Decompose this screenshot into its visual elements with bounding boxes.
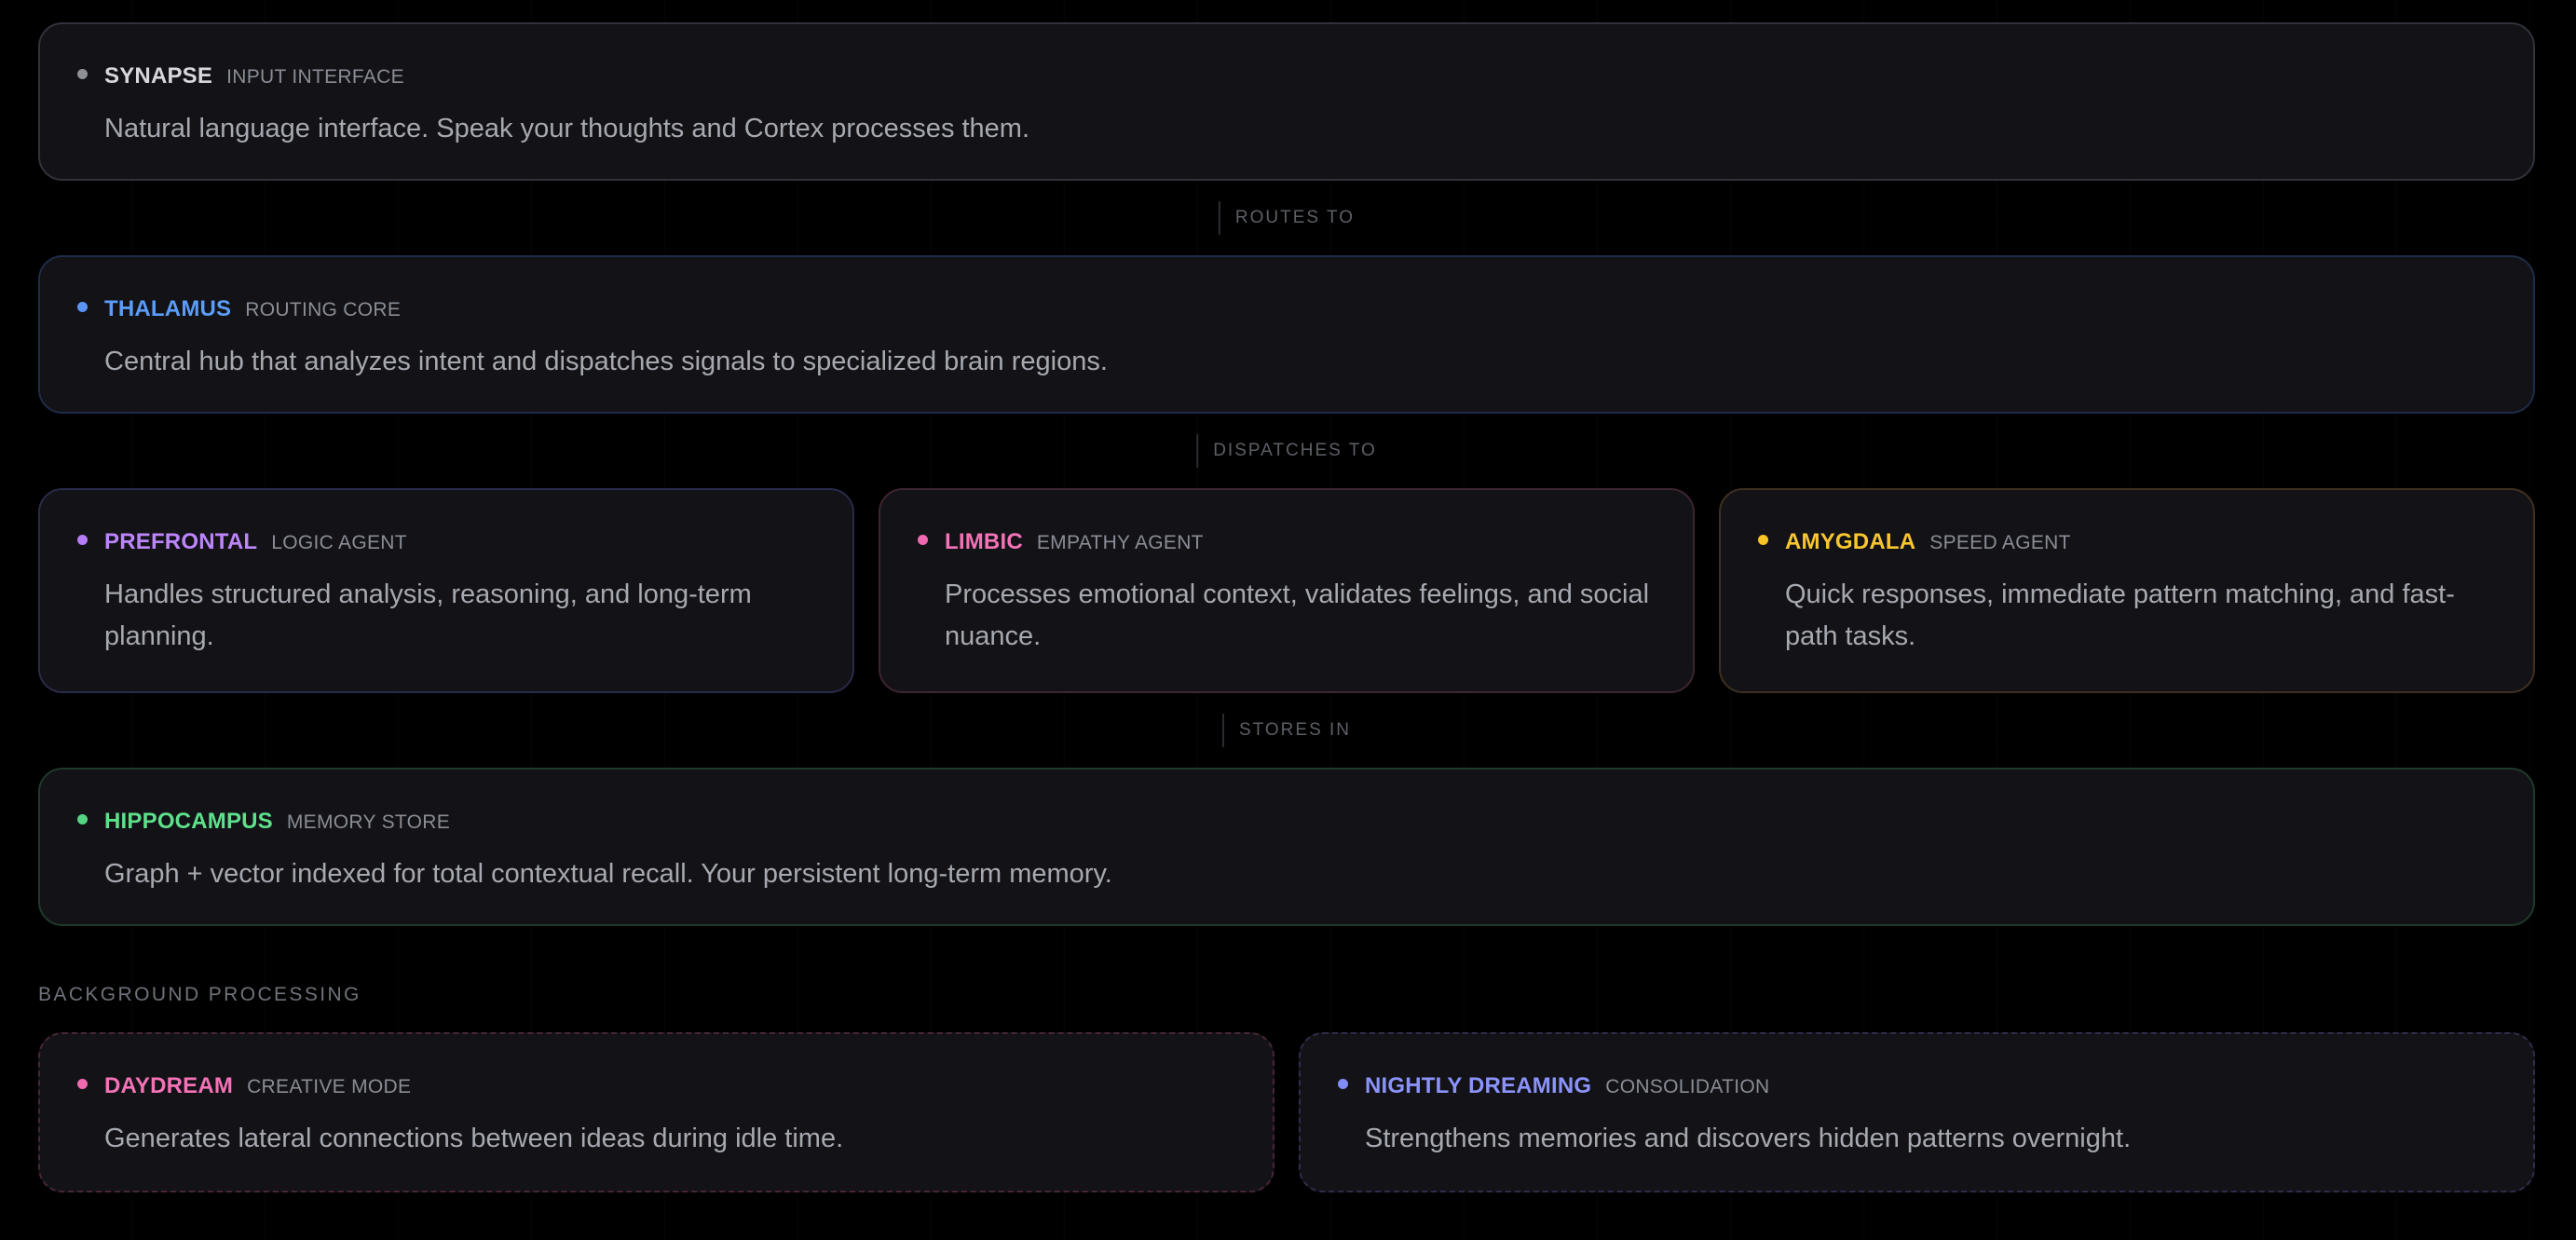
node-role: ROUTING CORE [245,299,402,320]
section-label-background-processing: BACKGROUND PROCESSING [38,984,361,1005]
node-synapse: SYNAPSE INPUT INTERFACE Natural language… [38,22,2535,181]
node-description: Natural language interface. Speak your t… [104,114,1030,143]
status-dot-icon [77,535,88,545]
connector-dispatches-to: DISPATCHES TO [38,414,2535,488]
node-header: THALAMUS ROUTING CORE [77,296,2496,324]
node-hippocampus: HIPPOCAMPUS MEMORY STORE Graph + vector … [38,768,2535,926]
node-name: THALAMUS [104,296,232,321]
node-role: INPUT INTERFACE [226,66,404,88]
node-thalamus: THALAMUS ROUTING CORE Central hub that a… [38,255,2535,414]
node-name: NIGHTLY DREAMING [1365,1073,1592,1098]
node-description: Processes emotional context, validates f… [945,579,1650,651]
connector-stores-in: STORES IN [38,693,2535,768]
connector-label: ROUTES TO [1234,208,1356,227]
node-header: DAYDREAM CREATIVE MODE [77,1073,1235,1101]
node-role: CONSOLIDATION [1605,1076,1770,1097]
node-header: SYNAPSE INPUT INTERFACE [77,63,2496,91]
node-description: Handles structured analysis, reasoning, … [104,579,752,651]
node-daydream: DAYDREAM CREATIVE MODE Generates lateral… [38,1032,1274,1192]
node-limbic: LIMBIC EMPATHY AGENT Processes emotional… [879,488,1695,693]
node-role: MEMORY STORE [286,811,451,833]
node-description: Quick responses, immediate pattern match… [1785,579,2455,651]
node-role: EMPATHY AGENT [1036,532,1204,553]
node-name: AMYGDALA [1785,529,1916,554]
connector-line [1218,201,1220,235]
node-description: Central hub that analyzes intent and dis… [104,347,1108,376]
node-name: DAYDREAM [104,1073,234,1098]
status-dot-icon [77,302,88,312]
node-name: PREFRONTAL [104,529,258,554]
status-dot-icon [918,535,928,545]
node-name: HIPPOCAMPUS [104,809,273,834]
connector-line [1221,714,1224,747]
node-header: PREFRONTAL LOGIC AGENT [77,529,815,557]
status-dot-icon [1338,1079,1348,1089]
node-description: Strengthens memories and discovers hidde… [1365,1124,2132,1153]
status-dot-icon [77,1079,88,1089]
status-dot-icon [1758,535,1768,545]
node-prefrontal: PREFRONTAL LOGIC AGENT Handles structure… [38,488,854,693]
status-dot-icon [77,69,88,79]
node-description: Graph + vector indexed for total context… [104,859,1112,889]
node-role: CREATIVE MODE [247,1076,412,1097]
connector-line [1196,434,1199,468]
node-header: AMYGDALA SPEED AGENT [1758,529,2496,557]
architecture-diagram: SYNAPSE INPUT INTERFACE Natural language… [38,22,2535,1192]
node-header: HIPPOCAMPUS MEMORY STORE [77,809,2496,837]
node-amygdala: AMYGDALA SPEED AGENT Quick responses, im… [1719,488,2535,693]
node-header: NIGHTLY DREAMING CONSOLIDATION [1338,1073,2496,1101]
node-name: LIMBIC [945,529,1023,554]
node-nightly-dreaming: NIGHTLY DREAMING CONSOLIDATION Strengthe… [1299,1032,2535,1192]
node-header: LIMBIC EMPATHY AGENT [918,529,1656,557]
node-role: LOGIC AGENT [271,532,407,553]
node-name: SYNAPSE [104,63,213,89]
connector-routes-to: ROUTES TO [38,181,2535,255]
connector-label: DISPATCHES TO [1213,441,1377,460]
agents-row: PREFRONTAL LOGIC AGENT Handles structure… [38,488,2535,693]
status-dot-icon [77,814,88,824]
node-description: Generates lateral connections between id… [104,1124,844,1153]
node-role: SPEED AGENT [1929,532,2071,553]
connector-label: STORES IN [1238,720,1352,740]
background-row: DAYDREAM CREATIVE MODE Generates lateral… [38,1032,2535,1192]
